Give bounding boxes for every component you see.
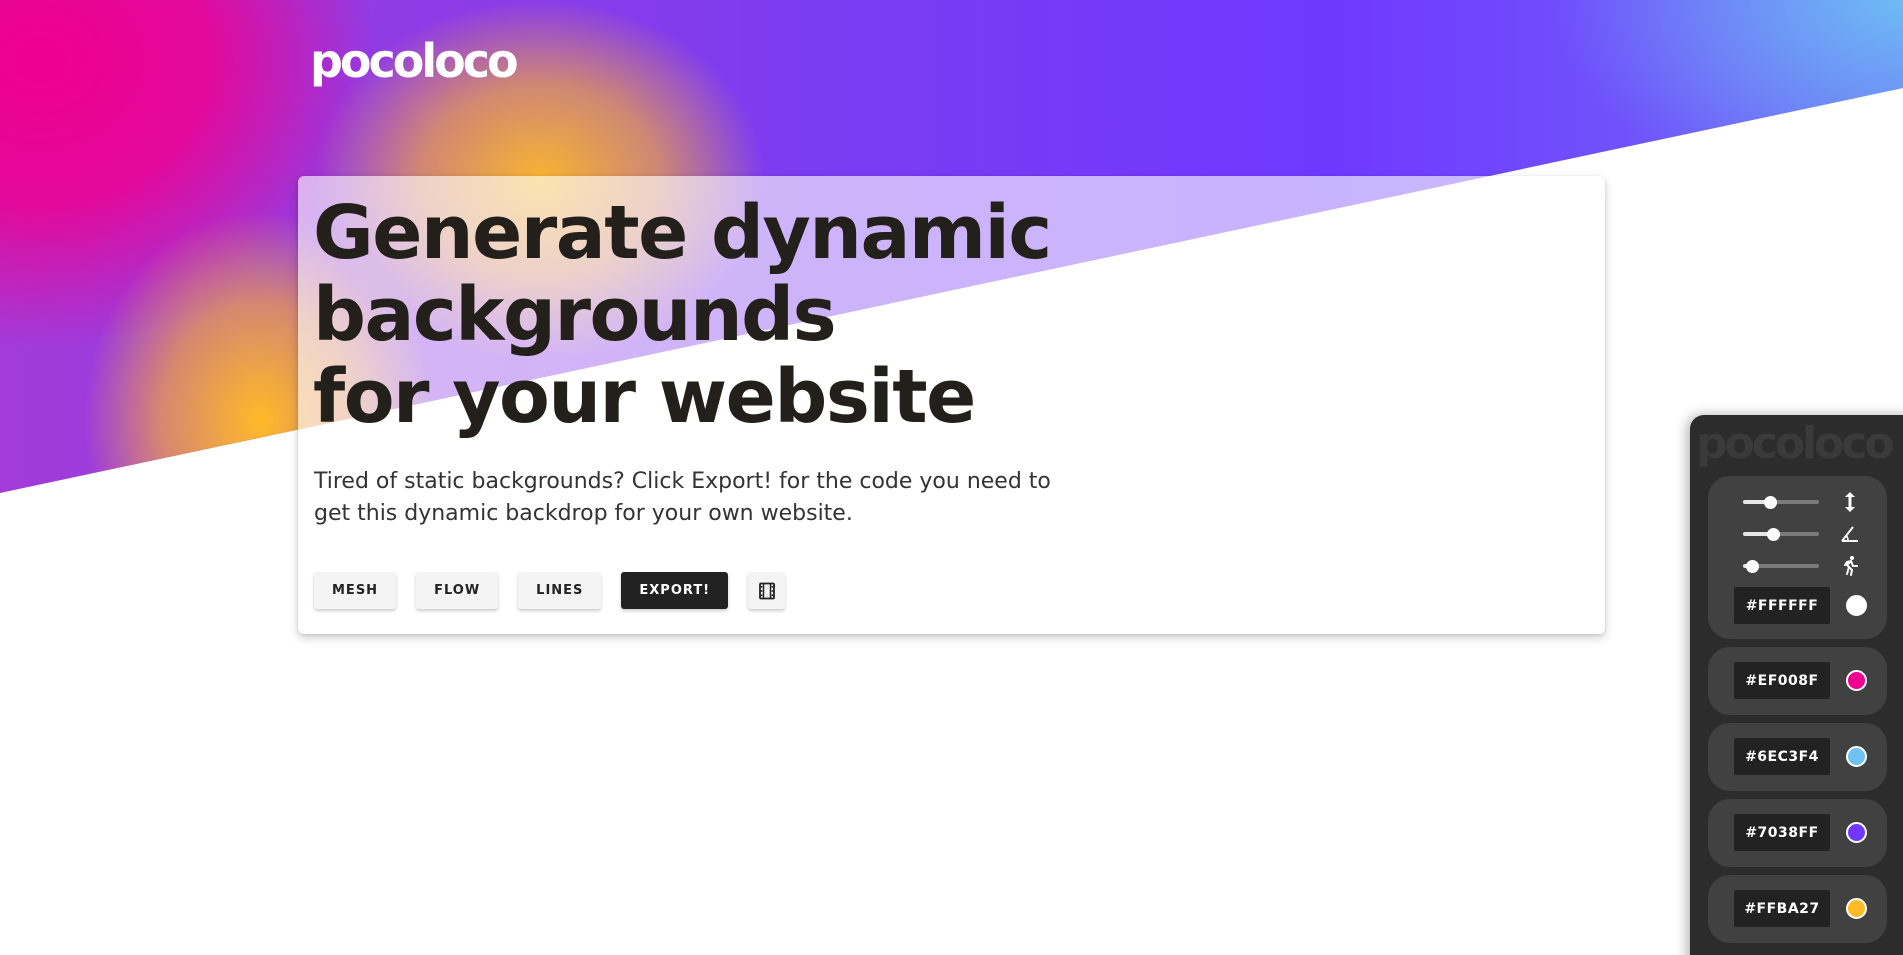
export-button[interactable]: EXPORT!	[621, 572, 729, 609]
mode-button-row: MESH FLOW LINES EXPORT!	[314, 572, 805, 609]
color-hex-field-2[interactable]: #EF008F	[1734, 662, 1830, 699]
color-group-2: #EF008F	[1708, 647, 1887, 715]
color-hex-field-5[interactable]: #FFBA27	[1734, 890, 1830, 927]
settings-group: #FFFFFF	[1708, 476, 1887, 639]
film-button[interactable]	[748, 572, 786, 609]
flow-button[interactable]: FLOW	[416, 572, 499, 609]
color-hex-field-1[interactable]: #FFFFFF	[1734, 587, 1830, 624]
motion-slider-row	[1708, 550, 1887, 582]
color-group-5: #FFBA27	[1708, 875, 1887, 943]
film-icon	[758, 582, 775, 599]
hero-card: Generate dynamic backgrounds for your we…	[298, 176, 1605, 634]
panel-logo: pocoloco	[1696, 418, 1895, 469]
vertical-arrows-icon	[1838, 490, 1862, 514]
angle-slider-knob[interactable]	[1766, 527, 1780, 541]
color-swatch-5[interactable]	[1846, 898, 1867, 919]
angle-slider-row	[1708, 518, 1887, 550]
motion-slider-track[interactable]	[1743, 559, 1819, 573]
color-swatch-1[interactable]	[1846, 595, 1867, 616]
mesh-button[interactable]: MESH	[314, 572, 397, 609]
lines-button[interactable]: LINES	[518, 572, 602, 609]
hero-headline: Generate dynamic backgrounds for your we…	[313, 190, 1052, 440]
color-group-4: #7038FF	[1708, 799, 1887, 867]
color-hex-field-4[interactable]: #7038FF	[1734, 814, 1830, 851]
speed-slider-row	[1708, 486, 1887, 518]
control-panel: pocoloco #FFFFFF #EF008F #6EC3F4 #7038FF…	[1690, 415, 1903, 955]
angle-slider-track[interactable]	[1743, 527, 1819, 541]
speed-slider-knob[interactable]	[1764, 495, 1778, 509]
color-swatch-2[interactable]	[1846, 670, 1867, 691]
color-swatch-4[interactable]	[1846, 822, 1867, 843]
running-person-icon	[1838, 554, 1862, 578]
pocoloco-logo[interactable]: pocoloco	[310, 34, 519, 88]
color-swatch-3[interactable]	[1846, 746, 1867, 767]
color-hex-field-3[interactable]: #6EC3F4	[1734, 738, 1830, 775]
angle-icon	[1838, 522, 1862, 546]
motion-slider-knob[interactable]	[1746, 559, 1760, 573]
hero-subtext: Tired of static backgrounds? Click Expor…	[314, 469, 1051, 526]
speed-slider-track[interactable]	[1743, 495, 1819, 509]
color-group-3: #6EC3F4	[1708, 723, 1887, 791]
